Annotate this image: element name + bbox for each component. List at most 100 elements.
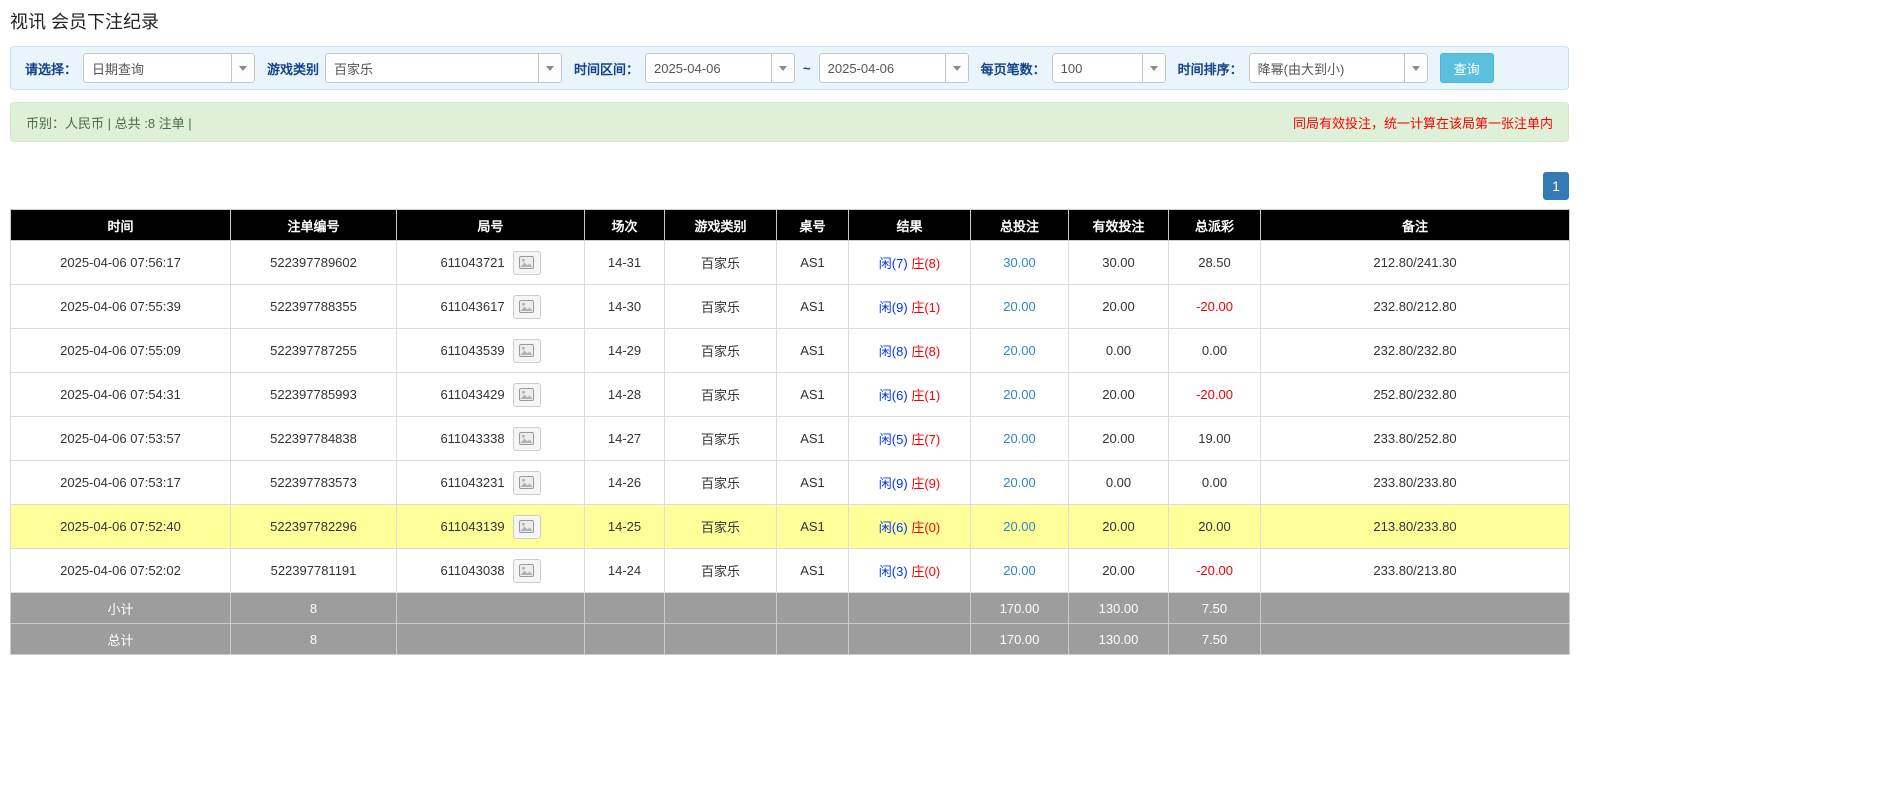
subtotal-row: 小计 8 170.00 130.00 7.50 (10, 592, 1570, 624)
cell-game-type: 百家乐 (664, 460, 777, 505)
table-row: 2025-04-06 07:54:31 522397785993 611043429… (10, 372, 1570, 417)
query-type-dropdown-button[interactable] (231, 53, 256, 83)
view-result-image-button[interactable] (512, 514, 541, 539)
cell-time: 2025-04-06 07:52:02 (10, 548, 231, 593)
page-size-label: 每页笔数： (980, 61, 1046, 77)
cell-session: 14-26 (584, 460, 665, 505)
cell-valid-bet: 20.00 (1068, 548, 1169, 593)
cell-payout: 0.00 (1168, 460, 1261, 505)
cell-session: 14-24 (584, 548, 665, 593)
search-button[interactable]: 查询 (1439, 53, 1494, 83)
query-type-combo (83, 53, 256, 83)
date-from-input[interactable] (645, 53, 772, 83)
footer-empty (1260, 592, 1570, 624)
pagination: 1 (10, 172, 1569, 200)
page-container: 视讯 会员下注纪录 请选择： 游戏类别 时间区间： ~ 每页笔数： 时间排序： (10, 0, 1570, 655)
cell-bet-id: 522397787255 (230, 328, 397, 373)
cell-note: 233.80/233.80 (1260, 460, 1570, 505)
cell-valid-bet: 20.00 (1068, 372, 1169, 417)
cell-round-id: 611043338 (396, 416, 585, 461)
column-header: 结果 (848, 209, 971, 241)
view-result-image-button[interactable] (512, 338, 541, 363)
footer-empty (584, 623, 665, 655)
view-result-image-button[interactable] (512, 470, 541, 495)
total-bet-link[interactable]: 20.00 (1003, 387, 1036, 402)
game-type-input[interactable] (325, 53, 539, 83)
cell-result: 闲(9) 庄(9) (848, 460, 971, 505)
footer-empty (848, 623, 971, 655)
cell-note: 232.80/232.80 (1260, 328, 1570, 373)
image-icon (519, 564, 535, 577)
cell-result: 闲(3) 庄(0) (848, 548, 971, 593)
cell-valid-bet: 20.00 (1068, 416, 1169, 461)
cell-result: 闲(6) 庄(1) (848, 372, 971, 417)
table-footer: 小计 8 170.00 130.00 7.50 总计 8 170.00 130.00 7.50 (10, 592, 1570, 655)
cell-payout: 20.00 (1168, 504, 1261, 549)
total-bet-link[interactable]: 20.00 (1003, 563, 1036, 578)
column-header: 场次 (584, 209, 665, 241)
pagination-page-1-button[interactable]: 1 (1543, 172, 1569, 200)
game-type-dropdown-button[interactable] (538, 53, 563, 83)
view-result-image-button[interactable] (512, 294, 541, 319)
column-header: 时间 (10, 209, 231, 241)
chevron-down-icon (1411, 65, 1420, 71)
cell-note: 233.80/213.80 (1260, 548, 1570, 593)
cell-payout: 0.00 (1168, 328, 1261, 373)
cell-round-id: 611043139 (396, 504, 585, 549)
cell-table-number: AS1 (776, 460, 849, 505)
footer-empty (664, 592, 777, 624)
view-result-image-button[interactable] (512, 382, 541, 407)
date-to-dropdown-button[interactable] (944, 53, 969, 83)
column-header: 游戏类别 (664, 209, 777, 241)
cell-note: 212.80/241.30 (1260, 240, 1570, 285)
view-result-image-button[interactable] (512, 250, 541, 275)
cell-bet-id: 522397781191 (230, 548, 397, 593)
time-range-label: 时间区间： (574, 61, 640, 77)
cell-total-bet: 20.00 (970, 284, 1069, 329)
cell-table-number: AS1 (776, 328, 849, 373)
bet-records-table: 时间 注单编号 局号 场次 游戏类别 桌号 结果 总投注 有效投注 总派彩 备注 2025-04-0… (10, 209, 1570, 655)
footer-empty (848, 592, 971, 624)
view-result-image-button[interactable] (512, 426, 541, 451)
chevron-down-icon (779, 65, 788, 71)
game-type-label: 游戏类别 (267, 61, 320, 77)
cell-bet-id: 522397788355 (230, 284, 397, 329)
date-to-input[interactable] (818, 53, 945, 83)
footer-empty (776, 592, 849, 624)
total-bet-link[interactable]: 30.00 (1003, 255, 1036, 270)
cell-table-number: AS1 (776, 504, 849, 549)
date-from-dropdown-button[interactable] (771, 53, 796, 83)
round-number: 611043231 (440, 475, 505, 490)
page-size-input[interactable] (1051, 53, 1142, 83)
image-icon (519, 388, 535, 401)
cell-result: 闲(8) 庄(8) (848, 328, 971, 373)
table-row: 2025-04-06 07:53:17 522397783573 611043231… (10, 460, 1570, 505)
chevron-down-icon (239, 65, 248, 71)
view-result-image-button[interactable] (512, 558, 541, 583)
footer-empty (396, 592, 585, 624)
total-bet-link[interactable]: 20.00 (1003, 475, 1036, 490)
sort-dropdown-button[interactable] (1403, 53, 1428, 83)
sort-input[interactable] (1248, 53, 1404, 83)
total-bet-link[interactable]: 20.00 (1003, 431, 1036, 446)
column-header: 桌号 (776, 209, 849, 241)
round-number: 611043338 (440, 431, 505, 446)
page-title: 视讯 会员下注纪录 (10, 12, 160, 32)
cell-payout: -20.00 (1168, 284, 1261, 329)
page-size-dropdown-button[interactable] (1141, 53, 1166, 83)
cell-table-number: AS1 (776, 416, 849, 461)
cell-valid-bet: 30.00 (1068, 240, 1169, 285)
round-number: 611043429 (440, 387, 505, 402)
cell-game-type: 百家乐 (664, 372, 777, 417)
table-row: 2025-04-06 07:52:02 522397781191 611043038… (10, 548, 1570, 593)
footer-empty (664, 623, 777, 655)
total-bet-link[interactable]: 20.00 (1003, 343, 1036, 358)
total-bet-link[interactable]: 20.00 (1003, 299, 1036, 314)
cell-note: 213.80/233.80 (1260, 504, 1570, 549)
total-bet-link[interactable]: 20.00 (1003, 519, 1036, 534)
query-type-input[interactable] (83, 53, 232, 83)
chevron-down-icon (1149, 65, 1158, 71)
cell-valid-bet: 20.00 (1068, 284, 1169, 329)
cell-time: 2025-04-06 07:52:40 (10, 504, 231, 549)
game-type-combo (325, 53, 563, 83)
